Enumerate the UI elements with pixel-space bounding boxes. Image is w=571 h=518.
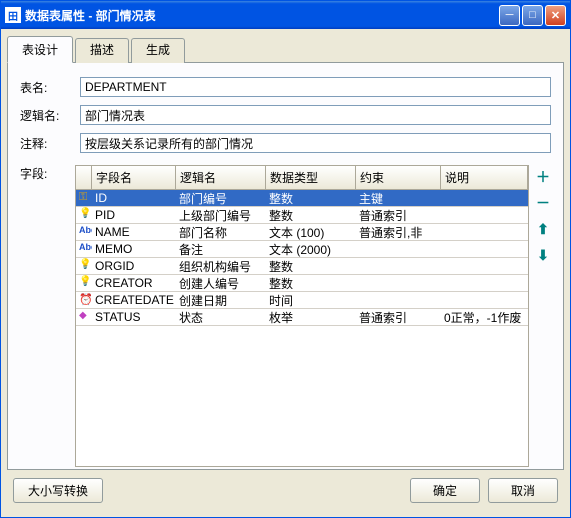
abc-icon: Abc [79,225,92,239]
col-logic[interactable]: 逻辑名 [176,166,266,190]
cancel-button[interactable]: 取消 [488,478,558,503]
bulb-icon: 💡 [79,259,91,273]
cell-field: CREATOR [92,275,176,292]
cell-logic: 部门编号 [176,190,266,207]
cell-field: ID [92,190,176,207]
bulb-icon: 💡 [79,208,91,222]
diamond-icon: ◆ [79,310,89,324]
bulb-icon: 💡 [79,276,91,290]
add-field-button[interactable]: ＋ [535,169,551,185]
move-down-button[interactable]: ⬇ [535,247,551,263]
grid-header: 字段名 逻辑名 数据类型 约束 说明 [76,166,528,190]
key-icon: ⚿ [79,191,89,205]
cell-constraint: 主键 [356,190,441,207]
cell-logic: 创建人编号 [176,275,266,292]
cell-logic: 备注 [176,241,266,258]
cell-constraint [356,292,441,309]
cell-desc [441,190,528,207]
cell-constraint: 普通索引 [356,207,441,224]
fields-grid[interactable]: 字段名 逻辑名 数据类型 约束 说明 ⚿ID部门编号整数主键💡PID上级部门编号… [75,165,529,467]
table-row[interactable]: ⏰CREATEDATE创建日期时间 [76,292,528,309]
minimize-button[interactable]: ─ [499,5,520,26]
name-input[interactable] [80,77,551,97]
cell-logic: 创建日期 [176,292,266,309]
name-label: 表名: [20,79,80,96]
ok-button[interactable]: 确定 [410,478,480,503]
window: 田 数据表属性 - 部门情况表 ─ □ ✕ 表设计 描述 生成 表名: 逻辑名:… [0,0,571,518]
close-button[interactable]: ✕ [545,5,566,26]
cell-field: STATUS [92,309,176,326]
logic-label: 逻辑名: [20,107,80,124]
tab-bar: 表设计 描述 生成 [7,36,564,63]
table-row[interactable]: 💡PID上级部门编号整数普通索引 [76,207,528,224]
cell-type: 文本 (2000) [266,241,356,258]
cell-logic: 组织机构编号 [176,258,266,275]
cell-logic: 部门名称 [176,224,266,241]
cell-field: CREATEDATE [92,292,176,309]
col-field[interactable]: 字段名 [92,166,176,190]
clock-icon: ⏰ [79,293,92,307]
cell-type: 文本 (100) [266,224,356,241]
table-row[interactable]: ⚿ID部门编号整数主键 [76,190,528,207]
abc-icon: Abc [79,242,92,256]
tab-generate[interactable]: 生成 [131,38,185,63]
cell-desc [441,224,528,241]
cell-desc [441,258,528,275]
comment-label: 注释: [20,135,80,152]
cell-desc: 0正常，-1作废 [441,309,528,326]
cell-desc [441,241,528,258]
cell-field: ORGID [92,258,176,275]
cell-type: 整数 [266,207,356,224]
table-row[interactable]: ◆STATUS状态枚举普通索引0正常，-1作废 [76,309,528,326]
fields-label: 字段: [20,165,75,182]
cell-field: MEMO [92,241,176,258]
tab-design[interactable]: 表设计 [7,36,73,63]
comment-input[interactable] [80,133,551,153]
app-icon: 田 [5,7,21,23]
cell-field: PID [92,207,176,224]
col-desc[interactable]: 说明 [441,166,528,190]
cell-constraint [356,241,441,258]
cell-type: 枚举 [266,309,356,326]
table-row[interactable]: AbcMEMO备注文本 (2000) [76,241,528,258]
cell-logic: 上级部门编号 [176,207,266,224]
maximize-button[interactable]: □ [522,5,543,26]
cell-desc [441,207,528,224]
col-type[interactable]: 数据类型 [266,166,356,190]
table-row[interactable]: 💡ORGID组织机构编号整数 [76,258,528,275]
window-title: 数据表属性 - 部门情况表 [25,7,499,24]
cell-field: NAME [92,224,176,241]
tab-desc[interactable]: 描述 [75,38,129,63]
cell-desc [441,275,528,292]
cell-constraint [356,275,441,292]
table-row[interactable]: AbcNAME部门名称文本 (100)普通索引,非 [76,224,528,241]
grid-blank[interactable] [76,326,528,466]
cell-type: 时间 [266,292,356,309]
cell-desc [441,292,528,309]
logic-input[interactable] [80,105,551,125]
move-up-button[interactable]: ⬆ [535,221,551,237]
panel-design: 表名: 逻辑名: 注释: 字段: 字段名 逻辑名 [7,62,564,470]
remove-field-button[interactable]: － [535,195,551,211]
cell-type: 整数 [266,190,356,207]
col-constraint[interactable]: 约束 [356,166,441,190]
footer: 大小写转换 确定 取消 [7,470,564,511]
table-row[interactable]: 💡CREATOR创建人编号整数 [76,275,528,292]
case-convert-button[interactable]: 大小写转换 [13,478,103,503]
cell-constraint: 普通索引 [356,309,441,326]
titlebar[interactable]: 田 数据表属性 - 部门情况表 ─ □ ✕ [1,1,570,29]
cell-constraint: 普通索引,非 [356,224,441,241]
cell-type: 整数 [266,275,356,292]
cell-logic: 状态 [176,309,266,326]
cell-type: 整数 [266,258,356,275]
cell-constraint [356,258,441,275]
